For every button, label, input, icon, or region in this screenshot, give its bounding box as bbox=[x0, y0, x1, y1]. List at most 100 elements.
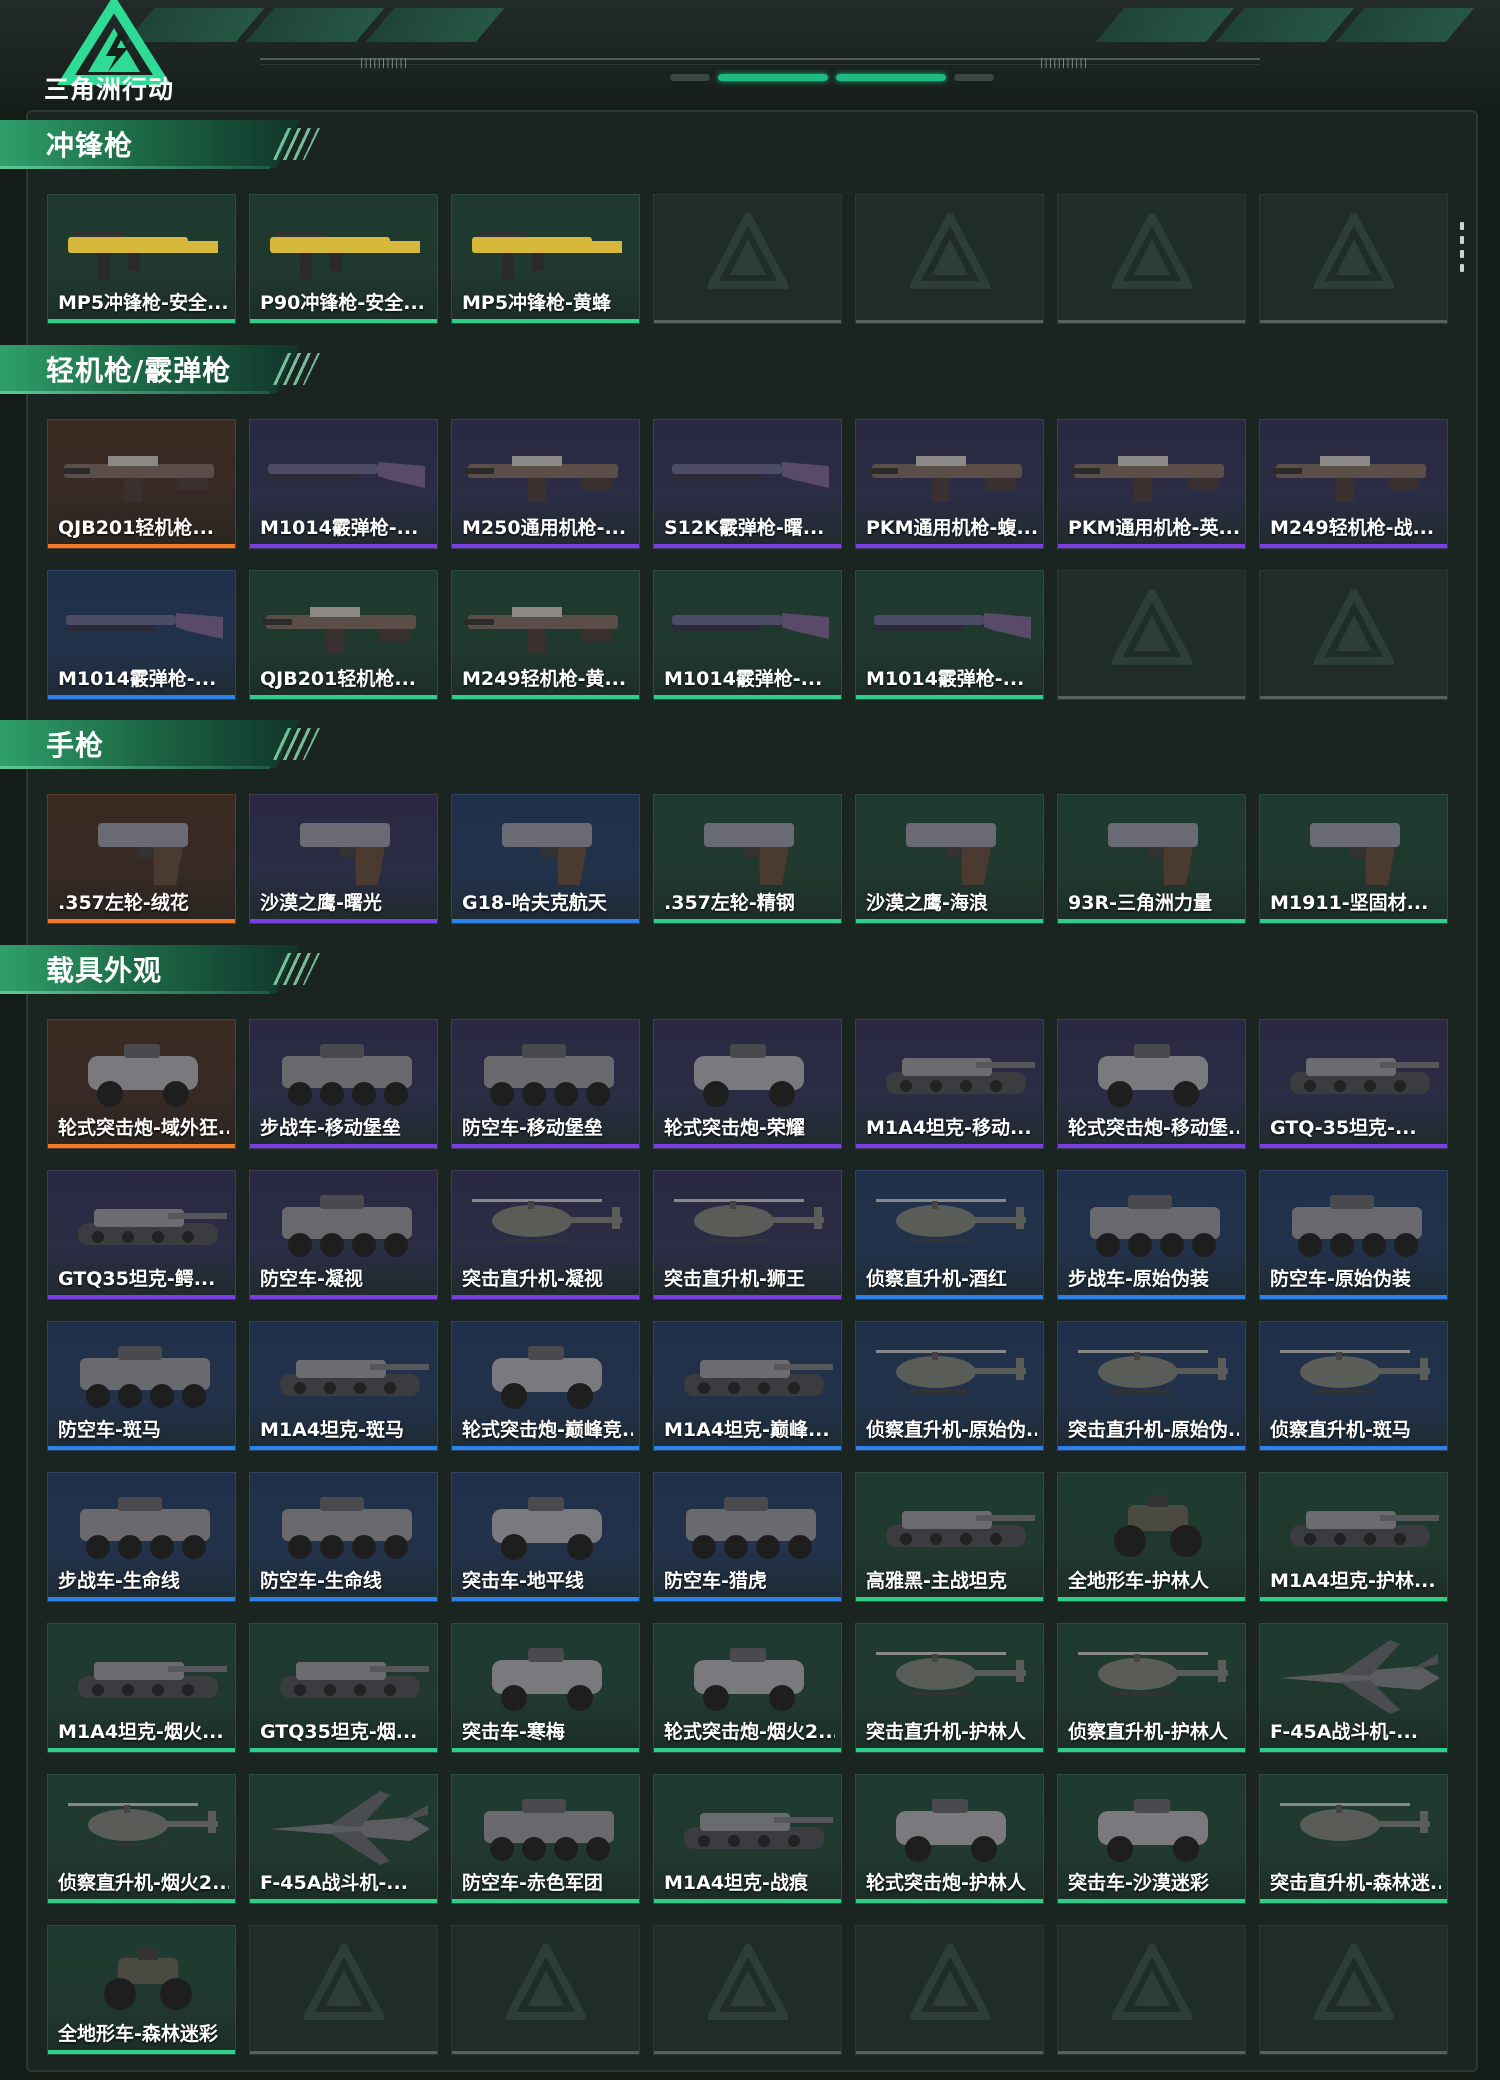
skin-card[interactable]: 沙漠之鹰-海浪 bbox=[855, 794, 1044, 924]
skin-card[interactable]: MP5冲锋枪-安全... bbox=[47, 194, 236, 324]
skin-card[interactable]: 步战车-生命线 bbox=[47, 1472, 236, 1602]
skin-name: MP5冲锋枪-黄蜂 bbox=[462, 292, 611, 314]
skin-card[interactable]: M1A4坦克-斑马 bbox=[249, 1321, 438, 1451]
skin-card[interactable]: 93R-三角洲力量 bbox=[1057, 794, 1246, 924]
placeholder-logo-icon bbox=[1112, 1944, 1192, 2020]
skin-card[interactable]: 高雅黑-主战坦克 bbox=[855, 1472, 1044, 1602]
skin-name: 轮式突击炮-移动堡... bbox=[1068, 1117, 1239, 1139]
skin-name: 突击直升机-原始伪... bbox=[1068, 1419, 1239, 1441]
placeholder-logo-icon bbox=[708, 213, 788, 289]
skin-card[interactable]: 防空车-凝视 bbox=[249, 1170, 438, 1300]
skin-card[interactable]: 突击直升机-原始伪... bbox=[1057, 1321, 1246, 1451]
skin-card[interactable]: .357左轮-精钢 bbox=[653, 794, 842, 924]
skin-card[interactable]: GTQ35坦克-烟... bbox=[249, 1623, 438, 1753]
skin-name: 轮式突击炮-巅峰竞... bbox=[462, 1419, 633, 1441]
rarity-bar bbox=[856, 320, 1043, 323]
skin-card[interactable]: M1014霰弹枪-... bbox=[249, 419, 438, 549]
skin-card[interactable]: P90冲锋枪-安全... bbox=[249, 194, 438, 324]
skin-card[interactable]: 防空车-斑马 bbox=[47, 1321, 236, 1451]
skin-card[interactable]: M1014霰弹枪-... bbox=[47, 570, 236, 700]
skin-card[interactable]: M1014霰弹枪-... bbox=[855, 570, 1044, 700]
skin-card[interactable]: 防空车-赤色军团 bbox=[451, 1774, 640, 1904]
skin-card[interactable]: PKM通用机枪-蝮... bbox=[855, 419, 1044, 549]
armored-car-icon bbox=[1098, 1044, 1208, 1107]
skin-card[interactable]: S12K霰弹枪-曙... bbox=[653, 419, 842, 549]
skin-name: 防空车-原始伪装 bbox=[1270, 1268, 1411, 1290]
rarity-bar bbox=[48, 1446, 235, 1450]
skin-name: 侦察直升机-烟火2... bbox=[58, 1872, 229, 1894]
skin-card[interactable]: 突击直升机-凝视 bbox=[451, 1170, 640, 1300]
skin-card[interactable]: 侦察直升机-烟火2... bbox=[47, 1774, 236, 1904]
rarity-bar bbox=[452, 1144, 639, 1148]
skin-card[interactable]: 突击车-寒梅 bbox=[451, 1623, 640, 1753]
skin-card[interactable]: 步战车-移动堡垒 bbox=[249, 1019, 438, 1149]
skin-name: 轮式突击炮-域外狂... bbox=[58, 1117, 229, 1139]
skin-card[interactable]: F-45A战斗机-... bbox=[1259, 1623, 1448, 1753]
skin-card[interactable]: MP5冲锋枪-黄蜂 bbox=[451, 194, 640, 324]
skin-name: 侦察直升机-酒红 bbox=[866, 1268, 1007, 1290]
skin-card[interactable]: 全地形车-护林人 bbox=[1057, 1472, 1246, 1602]
pistol-icon bbox=[906, 823, 996, 885]
skin-card[interactable]: GTQ35坦克-鳄... bbox=[47, 1170, 236, 1300]
skin-card[interactable]: 侦察直升机-原始伪... bbox=[855, 1321, 1044, 1451]
skin-card[interactable]: 轮式突击炮-巅峰竞... bbox=[451, 1321, 640, 1451]
skin-card[interactable]: M1A4坦克-巅峰... bbox=[653, 1321, 842, 1451]
skin-name: 突击直升机-狮王 bbox=[664, 1268, 805, 1290]
skin-card[interactable]: 步战车-原始伪装 bbox=[1057, 1170, 1246, 1300]
skin-card[interactable]: QJB201轻机枪... bbox=[249, 570, 438, 700]
skin-card[interactable]: M1014霰弹枪-... bbox=[653, 570, 842, 700]
skin-card[interactable]: 轮式突击炮-护林人 bbox=[855, 1774, 1044, 1904]
skin-card[interactable]: 防空车-生命线 bbox=[249, 1472, 438, 1602]
rarity-bar bbox=[856, 1748, 1043, 1752]
rarity-bar bbox=[856, 1899, 1043, 1903]
skin-card[interactable]: M1A4坦克-战痕 bbox=[653, 1774, 842, 1904]
skin-name: QJB201轻机枪... bbox=[58, 517, 215, 539]
skin-card[interactable]: 轮式突击炮-荣耀 bbox=[653, 1019, 842, 1149]
logo-text: 三角洲行动 bbox=[44, 75, 175, 104]
atv-icon bbox=[1114, 1495, 1202, 1557]
skin-card[interactable]: QJB201轻机枪... bbox=[47, 419, 236, 549]
scrollbar[interactable] bbox=[1460, 222, 1464, 272]
skin-card[interactable]: M1911-坚固材... bbox=[1259, 794, 1448, 924]
ifv-icon bbox=[686, 1497, 816, 1559]
skin-name: 全地形车-森林迷彩 bbox=[58, 2023, 218, 2045]
skin-card[interactable]: 突击直升机-护林人 bbox=[855, 1623, 1044, 1753]
skin-card[interactable]: 轮式突击炮-烟火2... bbox=[653, 1623, 842, 1753]
skin-card[interactable]: 突击直升机-森林迷... bbox=[1259, 1774, 1448, 1904]
armored-car-icon bbox=[492, 1497, 602, 1560]
skin-card[interactable]: 突击车-地平线 bbox=[451, 1472, 640, 1602]
skin-name: 步战车-原始伪装 bbox=[1068, 1268, 1209, 1290]
skin-name: 突击直升机-凝视 bbox=[462, 1268, 603, 1290]
skin-card[interactable]: 沙漠之鹰-曙光 bbox=[249, 794, 438, 924]
skin-card[interactable]: 防空车-移动堡垒 bbox=[451, 1019, 640, 1149]
skin-card[interactable]: 侦察直升机-斑马 bbox=[1259, 1321, 1448, 1451]
skin-card[interactable]: 防空车-猎虎 bbox=[653, 1472, 842, 1602]
skin-card[interactable]: M1A4坦克-烟火... bbox=[47, 1623, 236, 1753]
skin-card[interactable]: 突击车-沙漠迷彩 bbox=[1057, 1774, 1246, 1904]
skin-card[interactable]: G18-哈夫克航天 bbox=[451, 794, 640, 924]
rarity-bar bbox=[48, 544, 235, 548]
skin-card[interactable]: M249轻机枪-黄... bbox=[451, 570, 640, 700]
skin-card[interactable]: F-45A战斗机-... bbox=[249, 1774, 438, 1904]
skin-name: 突击直升机-护林人 bbox=[866, 1721, 1026, 1743]
skin-card[interactable]: 突击直升机-狮王 bbox=[653, 1170, 842, 1300]
skin-card[interactable]: 防空车-原始伪装 bbox=[1259, 1170, 1448, 1300]
tank-icon bbox=[886, 1058, 1035, 1094]
rarity-bar bbox=[48, 1144, 235, 1148]
skin-card[interactable]: .357左轮-绒花 bbox=[47, 794, 236, 924]
skin-card[interactable]: 轮式突击炮-域外狂... bbox=[47, 1019, 236, 1149]
skin-card[interactable]: GTQ-35坦克-... bbox=[1259, 1019, 1448, 1149]
skin-card[interactable]: M250通用机枪-... bbox=[451, 419, 640, 549]
skin-card[interactable]: 全地形车-森林迷彩 bbox=[47, 1925, 236, 2055]
skin-card[interactable]: PKM通用机枪-英... bbox=[1057, 419, 1246, 549]
skin-card[interactable]: 轮式突击炮-移动堡... bbox=[1057, 1019, 1246, 1149]
skin-card[interactable]: M1A4坦克-移动... bbox=[855, 1019, 1044, 1149]
page-indicator bbox=[670, 74, 994, 81]
skin-card[interactable]: M249轻机枪-战... bbox=[1259, 419, 1448, 549]
section-title: 载具外观 bbox=[46, 954, 163, 987]
skin-card[interactable]: 侦察直升机-酒红 bbox=[855, 1170, 1044, 1300]
skin-card[interactable]: M1A4坦克-护林... bbox=[1259, 1472, 1448, 1602]
skin-card[interactable]: 侦察直升机-护林人 bbox=[1057, 1623, 1246, 1753]
empty-slot bbox=[1259, 1925, 1448, 2055]
skin-name: S12K霰弹枪-曙... bbox=[664, 517, 825, 539]
